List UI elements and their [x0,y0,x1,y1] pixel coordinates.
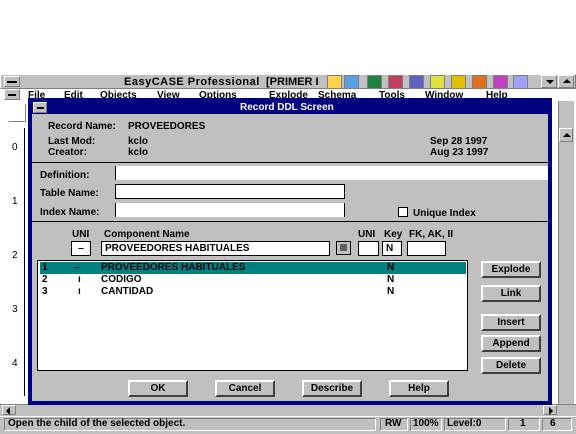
help-button[interactable]: Help [389,380,449,397]
status-count-box [542,418,572,431]
col-header-uni2: UNI [358,229,376,240]
record-name-label: Record Name: [48,121,116,132]
link-button[interactable]: Link [481,285,541,302]
row-name: PROVEEDORES HABITUALES [101,262,246,273]
app-minimize-button[interactable] [541,75,557,88]
table-name-label: Table Name: [40,188,99,199]
index-name-label: Index Name: [40,207,100,218]
toolbar-icon-10[interactable] [513,75,528,89]
app-maximize-button[interactable] [558,75,574,88]
row-key: N [387,262,395,273]
creator-date: Aug 23 1997 [430,147,489,158]
row-mark: ı [78,274,81,285]
new-document-icon[interactable] [8,104,26,122]
last-mod-date: Sep 28 1997 [430,136,488,147]
toolbar-icon-9[interactable] [493,75,508,89]
vertical-ruler [8,128,25,396]
status-message: Open the child of the selected object. [8,418,186,429]
describe-button[interactable]: Describe [302,380,362,397]
toolbar-icon-8[interactable] [472,75,487,89]
dialog-title: Record DDL Screen [240,102,334,113]
status-mode: RW [385,418,402,429]
ruler-mark-1: 1 [12,196,18,207]
row-name: CANTIDAD [101,286,154,297]
row-number: 3 [42,286,48,297]
scroll-left-button[interactable] [2,405,16,415]
last-mod-label: Last Mod: [48,136,96,147]
ruler-mark-0: 0 [12,142,18,153]
edit-fk-field[interactable] [407,241,446,256]
row-name: CODIGO [101,274,142,285]
toolbar-icon-7[interactable] [451,75,466,89]
creator-user: kclo [128,147,149,158]
table-name-input[interactable] [115,184,345,199]
index-name-input[interactable] [115,203,345,217]
toolbar-icon-4[interactable] [388,75,403,89]
component-dropdown-button[interactable] [336,241,351,255]
edit-uni-field[interactable]: – [71,241,91,256]
creator-label: Creator: [48,147,87,158]
col-header-key: Key [384,229,403,240]
append-button[interactable]: Append [481,335,541,352]
record-name-value: PROVEEDORES [128,121,206,132]
delete-button[interactable]: Delete [481,357,541,374]
doc-title-tab: [PRIMER I [266,76,319,88]
app-title: EasyCASE Professional [124,76,260,88]
status-count: 6 [550,418,556,429]
last-mod-user: kclo [128,136,149,147]
definition-input[interactable] [115,166,548,180]
col-header-fk: FK, AK, II [409,229,454,240]
dialog-system-menu[interactable] [33,102,47,113]
edit-uni2-field[interactable] [358,241,379,256]
ruler-mark-3: 3 [12,304,18,315]
cancel-button[interactable]: Cancel [215,380,275,397]
insert-button[interactable]: Insert [481,314,541,331]
vertical-scrollbar[interactable] [558,101,574,404]
table-row[interactable]: 3 ı CANTIDAD N [40,286,466,298]
ruler-mark-4: 4 [12,358,18,369]
ruler-mark-2: 2 [12,250,18,261]
scroll-up-button[interactable] [559,128,573,142]
explode-button[interactable]: Explode [481,261,541,278]
col-header-component: Component Name [104,229,190,240]
status-level: Level:0 [447,418,482,429]
definition-label: Definition: [40,170,90,181]
unique-index-checkbox[interactable] [398,207,408,217]
toolbar-icon-2[interactable] [344,75,359,89]
horizontal-scrollbar[interactable] [0,404,576,416]
divider-middle [32,221,548,222]
divider-top [32,162,548,163]
row-key: N [387,286,395,297]
toolbar-icon-6[interactable] [430,75,445,89]
row-mark: ı [78,286,81,297]
status-page: 1 [520,418,526,429]
toolbar-icon-3[interactable] [367,75,382,89]
app-system-menu[interactable] [4,76,20,87]
toolbar-icon-1[interactable] [327,75,342,89]
row-number: 2 [42,274,48,285]
toolbar-icon-5[interactable] [409,75,424,89]
scroll-right-button[interactable] [543,405,557,415]
edit-component-field[interactable]: PROVEEDORES HABITUALES [101,241,330,256]
unique-index-label[interactable]: Unique Index [413,208,476,219]
status-zoom: 100% [413,418,439,429]
ok-button[interactable]: OK [128,380,188,397]
row-key: N [387,274,395,285]
col-header-uni: UNI [72,229,90,240]
row-number: 1 [42,262,48,273]
row-mark: – [74,262,80,273]
child-system-menu[interactable] [4,89,20,100]
edit-key-field[interactable]: N [382,241,402,256]
table-row[interactable]: 1 – PROVEEDORES HABITUALES N [40,262,466,274]
table-row[interactable]: 2 ı CODIGO N [40,274,466,286]
